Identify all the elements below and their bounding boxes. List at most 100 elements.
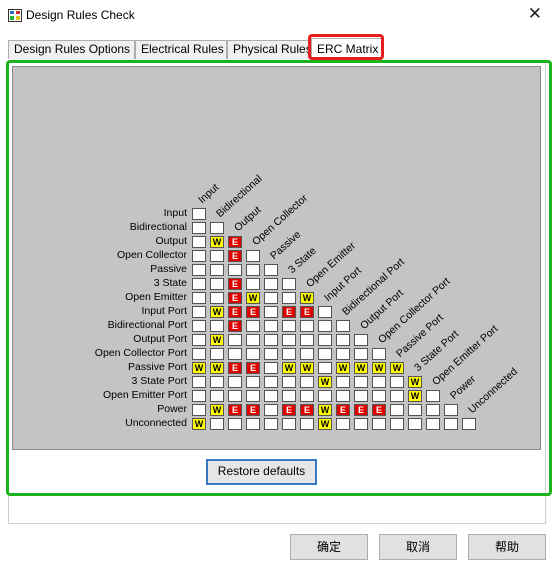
matrix-cell[interactable] (210, 292, 224, 304)
matrix-cell[interactable] (282, 320, 296, 332)
matrix-cell[interactable]: W (300, 292, 314, 304)
matrix-cell[interactable]: W (210, 362, 224, 374)
matrix-cell[interactable] (462, 418, 476, 430)
matrix-cell[interactable]: W (408, 390, 422, 402)
matrix-cell[interactable] (192, 376, 206, 388)
matrix-cell[interactable] (300, 376, 314, 388)
matrix-cell[interactable]: W (210, 306, 224, 318)
matrix-cell[interactable]: E (246, 404, 260, 416)
matrix-cell[interactable] (246, 348, 260, 360)
matrix-cell[interactable] (300, 390, 314, 402)
matrix-cell[interactable]: E (354, 404, 368, 416)
matrix-cell[interactable] (354, 334, 368, 346)
matrix-cell[interactable] (192, 292, 206, 304)
matrix-cell[interactable]: E (228, 250, 242, 262)
tab-erc-matrix[interactable]: ERC Matrix (311, 38, 382, 61)
matrix-cell[interactable]: W (192, 418, 206, 430)
matrix-cell[interactable] (354, 418, 368, 430)
matrix-cell[interactable] (336, 320, 350, 332)
matrix-cell[interactable]: W (408, 376, 422, 388)
matrix-cell[interactable] (336, 348, 350, 360)
matrix-cell[interactable] (300, 320, 314, 332)
matrix-cell[interactable]: W (390, 362, 404, 374)
matrix-cell[interactable] (336, 334, 350, 346)
matrix-cell[interactable] (210, 376, 224, 388)
matrix-cell[interactable] (264, 404, 278, 416)
matrix-cell[interactable] (228, 390, 242, 402)
matrix-cell[interactable]: E (282, 306, 296, 318)
matrix-cell[interactable]: E (228, 306, 242, 318)
matrix-cell[interactable]: E (282, 404, 296, 416)
matrix-cell[interactable] (318, 348, 332, 360)
matrix-cell[interactable] (192, 334, 206, 346)
matrix-cell[interactable] (228, 348, 242, 360)
matrix-cell[interactable] (192, 264, 206, 276)
matrix-cell[interactable] (336, 418, 350, 430)
matrix-cell[interactable]: W (210, 334, 224, 346)
matrix-cell[interactable] (372, 376, 386, 388)
matrix-cell[interactable] (282, 376, 296, 388)
matrix-cell[interactable]: W (210, 236, 224, 248)
matrix-cell[interactable] (426, 418, 440, 430)
matrix-cell[interactable] (264, 390, 278, 402)
matrix-cell[interactable] (390, 376, 404, 388)
matrix-cell[interactable] (210, 264, 224, 276)
matrix-cell[interactable] (282, 334, 296, 346)
matrix-cell[interactable]: E (228, 320, 242, 332)
help-button[interactable]: 帮助 (468, 534, 546, 560)
matrix-cell[interactable] (318, 334, 332, 346)
matrix-cell[interactable] (336, 390, 350, 402)
matrix-cell[interactable] (426, 390, 440, 402)
matrix-cell[interactable] (390, 390, 404, 402)
matrix-cell[interactable] (246, 264, 260, 276)
matrix-cell[interactable]: E (300, 306, 314, 318)
matrix-cell[interactable]: W (210, 404, 224, 416)
matrix-cell[interactable] (354, 390, 368, 402)
matrix-cell[interactable] (246, 278, 260, 290)
matrix-cell[interactable] (318, 390, 332, 402)
matrix-cell[interactable]: E (300, 404, 314, 416)
matrix-cell[interactable]: W (192, 362, 206, 374)
matrix-cell[interactable]: E (228, 362, 242, 374)
matrix-cell[interactable]: W (300, 362, 314, 374)
matrix-cell[interactable] (246, 250, 260, 262)
matrix-cell[interactable] (246, 320, 260, 332)
matrix-cell[interactable] (264, 376, 278, 388)
matrix-cell[interactable]: E (228, 278, 242, 290)
matrix-cell[interactable]: W (318, 404, 332, 416)
matrix-cell[interactable] (228, 418, 242, 430)
matrix-cell[interactable] (354, 376, 368, 388)
matrix-cell[interactable] (192, 278, 206, 290)
matrix-cell[interactable] (210, 348, 224, 360)
matrix-cell[interactable] (210, 278, 224, 290)
matrix-cell[interactable] (264, 334, 278, 346)
matrix-cell[interactable] (300, 348, 314, 360)
matrix-cell[interactable] (192, 320, 206, 332)
matrix-cell[interactable] (444, 404, 458, 416)
matrix-cell[interactable] (210, 390, 224, 402)
matrix-cell[interactable] (192, 250, 206, 262)
matrix-cell[interactable]: W (354, 362, 368, 374)
matrix-cell[interactable] (210, 222, 224, 234)
matrix-cell[interactable]: W (372, 362, 386, 374)
matrix-cell[interactable] (264, 418, 278, 430)
matrix-cell[interactable] (264, 320, 278, 332)
matrix-cell[interactable]: W (282, 362, 296, 374)
matrix-cell[interactable] (282, 418, 296, 430)
matrix-cell[interactable] (264, 306, 278, 318)
matrix-cell[interactable] (390, 418, 404, 430)
matrix-cell[interactable] (228, 376, 242, 388)
matrix-cell[interactable] (282, 348, 296, 360)
matrix-cell[interactable] (192, 390, 206, 402)
matrix-cell[interactable]: E (246, 362, 260, 374)
restore-defaults-button[interactable]: Restore defaults (206, 459, 317, 485)
matrix-cell[interactable] (246, 334, 260, 346)
matrix-cell[interactable]: W (318, 418, 332, 430)
matrix-cell[interactable] (300, 418, 314, 430)
matrix-cell[interactable] (444, 418, 458, 430)
matrix-cell[interactable] (264, 362, 278, 374)
matrix-cell[interactable]: E (228, 404, 242, 416)
matrix-cell[interactable] (264, 292, 278, 304)
matrix-cell[interactable] (264, 278, 278, 290)
matrix-cell[interactable] (246, 376, 260, 388)
